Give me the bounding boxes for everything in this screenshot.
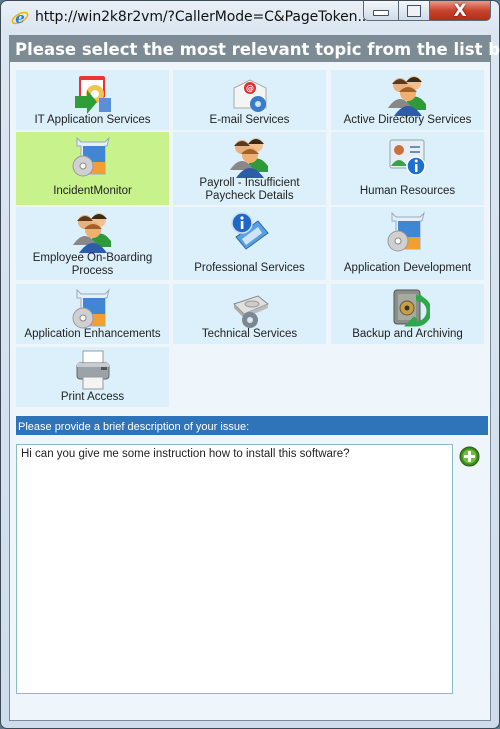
maximize-icon: [407, 5, 421, 17]
svg-text:@: @: [246, 84, 254, 93]
topic-label: IT Application Services: [34, 114, 151, 126]
minimize-icon: [373, 10, 389, 16]
topic-tile-e-mail-services[interactable]: @ E-mail Services: [173, 70, 326, 130]
close-icon: X: [453, 1, 467, 21]
topic-tile-it-application-services[interactable]: IT Application Services: [16, 70, 169, 130]
info-document-icon: [230, 212, 269, 250]
maximize-button[interactable]: [398, 1, 430, 21]
add-attachment-button[interactable]: [459, 446, 480, 467]
topic-label: Employee On-Boarding Process: [32, 252, 153, 277]
topic-label: Print Access: [60, 391, 125, 403]
software-box-icon: [387, 211, 425, 252]
safe-backup-icon: [393, 289, 430, 327]
printer-icon: [76, 350, 109, 390]
topic-tile-human-resources[interactable]: Human Resources: [331, 132, 484, 205]
popup-window: e http://win2k8r2vm/?CallerMode=C&PageTo…: [0, 0, 500, 729]
topic-label: Technical Services: [201, 328, 298, 340]
topic-tile-payroll-insufficient-paycheck-details[interactable]: Payroll - Insufficient Paycheck Details: [173, 132, 326, 205]
content-panel: Please select the most relevant topic fr…: [9, 35, 500, 721]
topic-tile-incidentmonitor[interactable]: IncidentMonitor: [16, 132, 169, 205]
software-box-icon: [72, 136, 110, 177]
hard-drive-gear-icon: [232, 295, 269, 328]
topic-label: Payroll - Insufficient Paycheck Details: [199, 177, 300, 202]
svg-text:e: e: [15, 9, 25, 27]
topic-tile-print-access[interactable]: Print Access: [16, 347, 169, 407]
contact-card-info-icon: [389, 139, 426, 176]
description-label: Please provide a brief description of yo…: [16, 416, 488, 435]
topic-tile-professional-services[interactable]: Professional Services: [173, 207, 326, 280]
minimize-button[interactable]: [363, 1, 399, 21]
topic-label: Active Directory Services: [343, 114, 472, 126]
topic-label: Backup and Archiving: [352, 328, 463, 340]
application-services-icon: [74, 76, 111, 114]
topic-label: Professional Services: [194, 262, 305, 274]
email-gear-icon: @: [233, 79, 266, 112]
topic-label: Application Enhancements: [24, 328, 161, 340]
users-group-icon: [72, 213, 111, 253]
internet-explorer-icon: e: [11, 9, 29, 27]
title-bar[interactable]: e http://win2k8r2vm/?CallerMode=C&PageTo…: [1, 1, 499, 35]
close-button[interactable]: X: [429, 1, 491, 21]
page-title: Please select the most relevant topic fr…: [10, 36, 500, 62]
users-group-icon: [229, 138, 268, 178]
software-box-icon: [72, 288, 110, 329]
description-input[interactable]: [16, 444, 453, 694]
window-title: http://win2k8r2vm/?CallerMode=C&PageToke…: [35, 9, 371, 25]
topic-label: IncidentMonitor: [53, 185, 132, 197]
topic-tile-backup-and-archiving[interactable]: Backup and Archiving: [331, 284, 484, 344]
topic-tile-application-enhancements[interactable]: Application Enhancements: [16, 284, 169, 344]
users-group-icon: [387, 76, 426, 116]
topic-tile-employee-on-boarding-process[interactable]: Employee On-Boarding Process: [16, 207, 169, 280]
plus-circle-icon: [459, 446, 480, 467]
topic-tile-technical-services[interactable]: Technical Services: [173, 284, 326, 344]
topic-tile-active-directory-services[interactable]: Active Directory Services: [331, 70, 484, 130]
topic-tile-application-development[interactable]: Application Development: [331, 207, 484, 280]
topic-label: Human Resources: [359, 185, 456, 197]
topic-label: Application Development: [343, 262, 472, 274]
topic-label: E-mail Services: [209, 114, 290, 126]
